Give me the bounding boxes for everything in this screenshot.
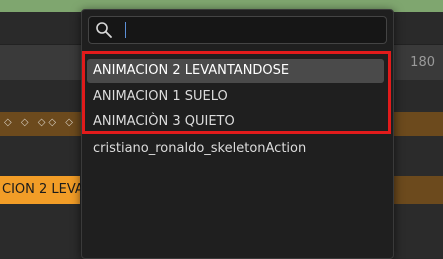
nla-strip-label: CION 2 LEVAN — [2, 182, 94, 197]
search-field[interactable] — [88, 16, 387, 44]
nla-action-strip[interactable]: CION 2 LEVAN — [0, 176, 94, 204]
search-icon — [96, 22, 112, 38]
search-input[interactable] — [127, 20, 381, 42]
action-item-skeleton-action[interactable]: cristiano_ronaldo_skeletonAction — [87, 137, 384, 161]
text-caret — [125, 22, 126, 38]
action-item-animacion-3[interactable]: ANIMACIÒN 3 QUIETO — [87, 110, 384, 134]
action-search-popup: ANIMACION 2 LEVANTANDOSE ANIMACION 1 SUE… — [81, 9, 394, 259]
action-item-animacion-1[interactable]: ANIMACION 1 SUELO — [87, 85, 384, 109]
frame-number-label: 180 — [410, 55, 435, 70]
nla-action-strip-right[interactable] — [392, 176, 443, 204]
action-item-animacion-2[interactable]: ANIMACION 2 LEVANTANDOSE — [87, 59, 384, 83]
